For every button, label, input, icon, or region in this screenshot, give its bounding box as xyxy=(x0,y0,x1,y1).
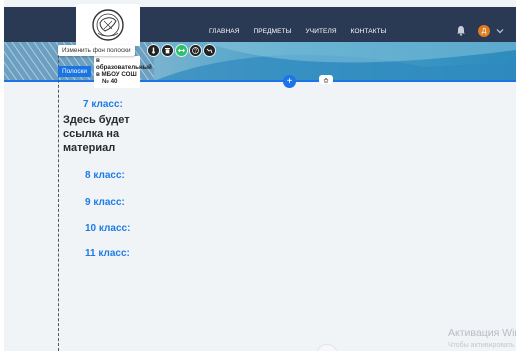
nav-link-home[interactable]: ГЛАВНАЯ xyxy=(209,28,240,35)
help-button[interactable]: ? xyxy=(190,45,201,56)
grade-10-link[interactable]: 10 класс: xyxy=(85,223,130,234)
avatar-letter: Д xyxy=(481,27,487,35)
scroll-widget[interactable] xyxy=(316,344,338,351)
bell-icon[interactable] xyxy=(456,25,466,36)
delete-button[interactable] xyxy=(162,45,173,56)
user-avatar[interactable]: Д xyxy=(478,25,490,37)
link-button[interactable] xyxy=(204,45,215,56)
grade-11-link[interactable]: 11 класс: xyxy=(85,248,130,259)
page-root: ГЛАВНАЯ ПРЕДМЕТЫ УЧИТЕЛЯ КОНТАКТЫ Д ? Из… xyxy=(0,0,516,351)
info-card-line: в МБОУ СОШ xyxy=(96,71,137,78)
resize-button[interactable] xyxy=(176,45,187,56)
logo-emblem-icon xyxy=(92,9,124,41)
thermometer-icon xyxy=(152,47,155,54)
help-icon: ? xyxy=(192,47,199,54)
stripes-tab[interactable]: Полоски xyxy=(58,66,91,77)
info-card-line: № 40 xyxy=(102,78,118,85)
change-stripe-bg-tooltip: Изменить фон полоски xyxy=(58,45,135,56)
grade-7-link[interactable]: 7 класс: xyxy=(83,99,123,110)
plus-icon: + xyxy=(286,76,293,87)
grade-9-link[interactable]: 9 класс: xyxy=(85,197,125,208)
nav-link-subjects[interactable]: ПРЕДМЕТЫ xyxy=(254,28,292,35)
banner-divider xyxy=(4,80,516,82)
info-card: в образовательный в МБОУ СОШ № 40 xyxy=(94,56,152,88)
activation-watermark-subtitle: Чтобы активировать xyxy=(448,342,515,349)
resize-icon xyxy=(178,48,185,53)
collapse-button[interactable] xyxy=(319,75,333,84)
link-icon xyxy=(206,48,213,54)
svg-text:?: ? xyxy=(194,48,197,54)
nav-link-teachers[interactable]: УЧИТЕЛЯ xyxy=(306,28,337,35)
material-placeholder: Здесь будет ссылка на материал xyxy=(63,114,130,154)
activation-watermark-title: Активация Wind xyxy=(448,327,516,339)
column-guide xyxy=(58,50,59,351)
thermometer-button[interactable] xyxy=(148,45,159,56)
nav-link-contacts[interactable]: КОНТАКТЫ xyxy=(351,28,387,35)
collapse-icon xyxy=(323,77,329,82)
site-logo[interactable] xyxy=(76,4,140,46)
chevron-down-icon[interactable] xyxy=(495,26,505,36)
info-card-line: в образовательный xyxy=(96,57,152,71)
main-nav: ГЛАВНАЯ ПРЕДМЕТЫ УЧИТЕЛЯ КОНТАКТЫ xyxy=(209,28,387,35)
grade-8-link[interactable]: 8 класс: xyxy=(85,170,125,181)
add-block-button[interactable]: + xyxy=(283,75,296,88)
trash-icon xyxy=(165,48,170,54)
